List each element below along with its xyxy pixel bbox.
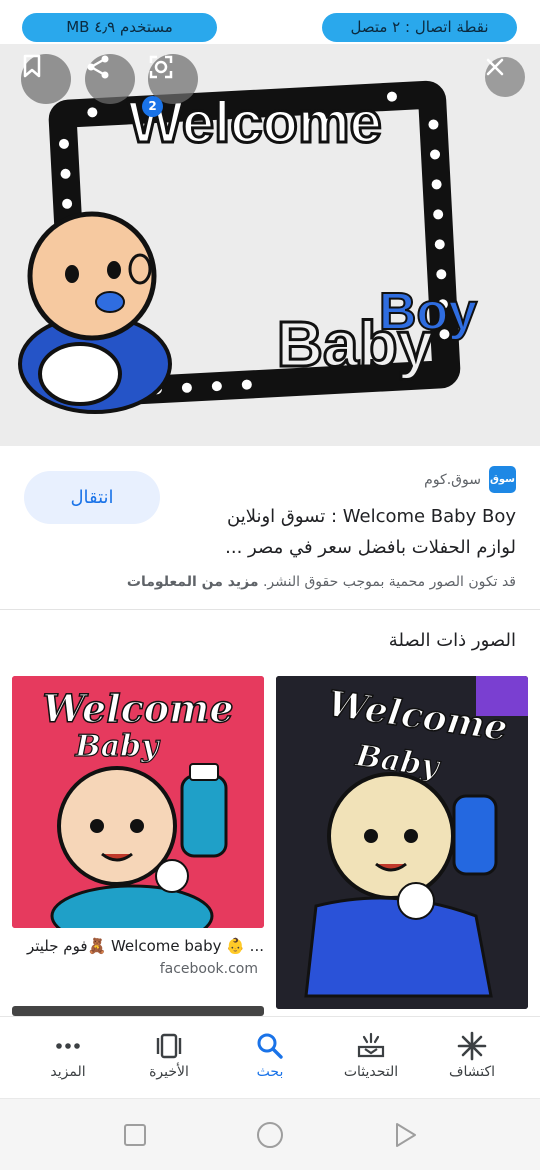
baby-text: Baby — [277, 308, 434, 380]
data-usage-pill[interactable]: مستخدم ٤٫٩ MB — [22, 13, 217, 42]
search-icon — [257, 1033, 283, 1059]
result-info: سوق سوق.كوم انتقال Welcome Baby Boy : تس… — [0, 446, 540, 610]
bookmark-icon — [23, 54, 41, 78]
status-bar: مستخدم ٤٫٩ MB نقطة اتصال : ٢ متصل — [0, 0, 540, 44]
share-icon — [87, 55, 109, 79]
visit-button[interactable]: انتقال — [24, 471, 160, 524]
related-image-1-domain: facebook.com — [159, 961, 258, 977]
welcome-baby-pink-illustration: Welcome Baby — [12, 676, 264, 928]
close-icon — [486, 58, 504, 76]
related-images-title: الصور ذات الصلة — [388, 630, 516, 651]
updates-icon — [357, 1032, 385, 1058]
bottom-navigation: المزيد الأخيرة بحث التحديثات اكتشاف — [0, 1016, 540, 1098]
welcome-baby-boy-frame-illustration: Welcome Boy Baby — [0, 44, 540, 446]
welcome-baby-blue-illustration: Welcome Baby — [276, 676, 528, 1009]
related-image-3-partial[interactable] — [12, 1006, 264, 1016]
nav-search-label: بحث — [256, 1064, 284, 1080]
related-1-welcome-text: Welcome — [42, 686, 233, 731]
hotspot-pill[interactable]: نقطة اتصال : ٢ متصل — [322, 13, 517, 42]
more-info-link[interactable]: مزيد من المعلومات — [127, 574, 259, 590]
bookmark-button[interactable] — [21, 54, 71, 104]
copyright-notice: قد تكون الصور محمية بموجب حقوق النشر. مز… — [16, 574, 516, 590]
nav-discover-label: اكتشاف — [448, 1064, 496, 1080]
related-image-2[interactable]: Welcome Baby — [276, 676, 528, 1009]
source-logo: سوق — [489, 466, 516, 493]
recent-icon — [156, 1033, 182, 1059]
more-icon — [56, 1043, 80, 1049]
result-title-line2: لوازم الحفلات بافضل سعر في مصر ... — [225, 537, 516, 558]
copyright-text: قد تكون الصور محمية بموجب حقوق النشر. — [262, 574, 516, 590]
close-button[interactable] — [485, 57, 525, 97]
source-row[interactable]: سوق سوق.كوم — [424, 466, 516, 493]
hero-image[interactable]: Welcome Boy Baby 2 — [0, 44, 540, 446]
recents-square-icon[interactable] — [121, 1121, 149, 1149]
page: مستخدم ٤٫٩ MB نقطة اتصال : ٢ متصل Welcom… — [0, 0, 540, 1170]
nav-updates-label: التحديثات — [343, 1064, 399, 1080]
share-button[interactable] — [85, 54, 135, 104]
related-image-1[interactable]: Welcome Baby — [12, 676, 264, 928]
nav-recent-label: الأخيرة — [149, 1064, 189, 1080]
result-title-line1: Welcome Baby Boy : تسوق اونلاين — [227, 506, 516, 527]
back-triangle-icon[interactable] — [391, 1121, 419, 1149]
share-badge: 2 — [142, 96, 163, 117]
nav-discover[interactable]: اكتشاف — [418, 1017, 526, 1099]
lens-icon — [149, 55, 173, 79]
nav-search[interactable]: بحث — [216, 1017, 324, 1099]
related-image-1-caption[interactable]: ... 👶 Welcome baby 🧸فوم جليتر — [12, 937, 264, 955]
related-1-baby-text: Baby — [74, 729, 161, 764]
nav-more[interactable]: المزيد — [14, 1017, 122, 1099]
home-circle-icon[interactable] — [256, 1121, 284, 1149]
nav-updates[interactable]: التحديثات — [317, 1017, 425, 1099]
system-navigation-bar — [0, 1098, 540, 1170]
source-name: سوق.كوم — [424, 471, 481, 488]
result-title[interactable]: Welcome Baby Boy : تسوق اونلاين لوازم ال… — [186, 501, 516, 563]
nav-recent[interactable]: الأخيرة — [115, 1017, 223, 1099]
nav-more-label: المزيد — [50, 1064, 86, 1080]
discover-icon — [457, 1031, 487, 1061]
